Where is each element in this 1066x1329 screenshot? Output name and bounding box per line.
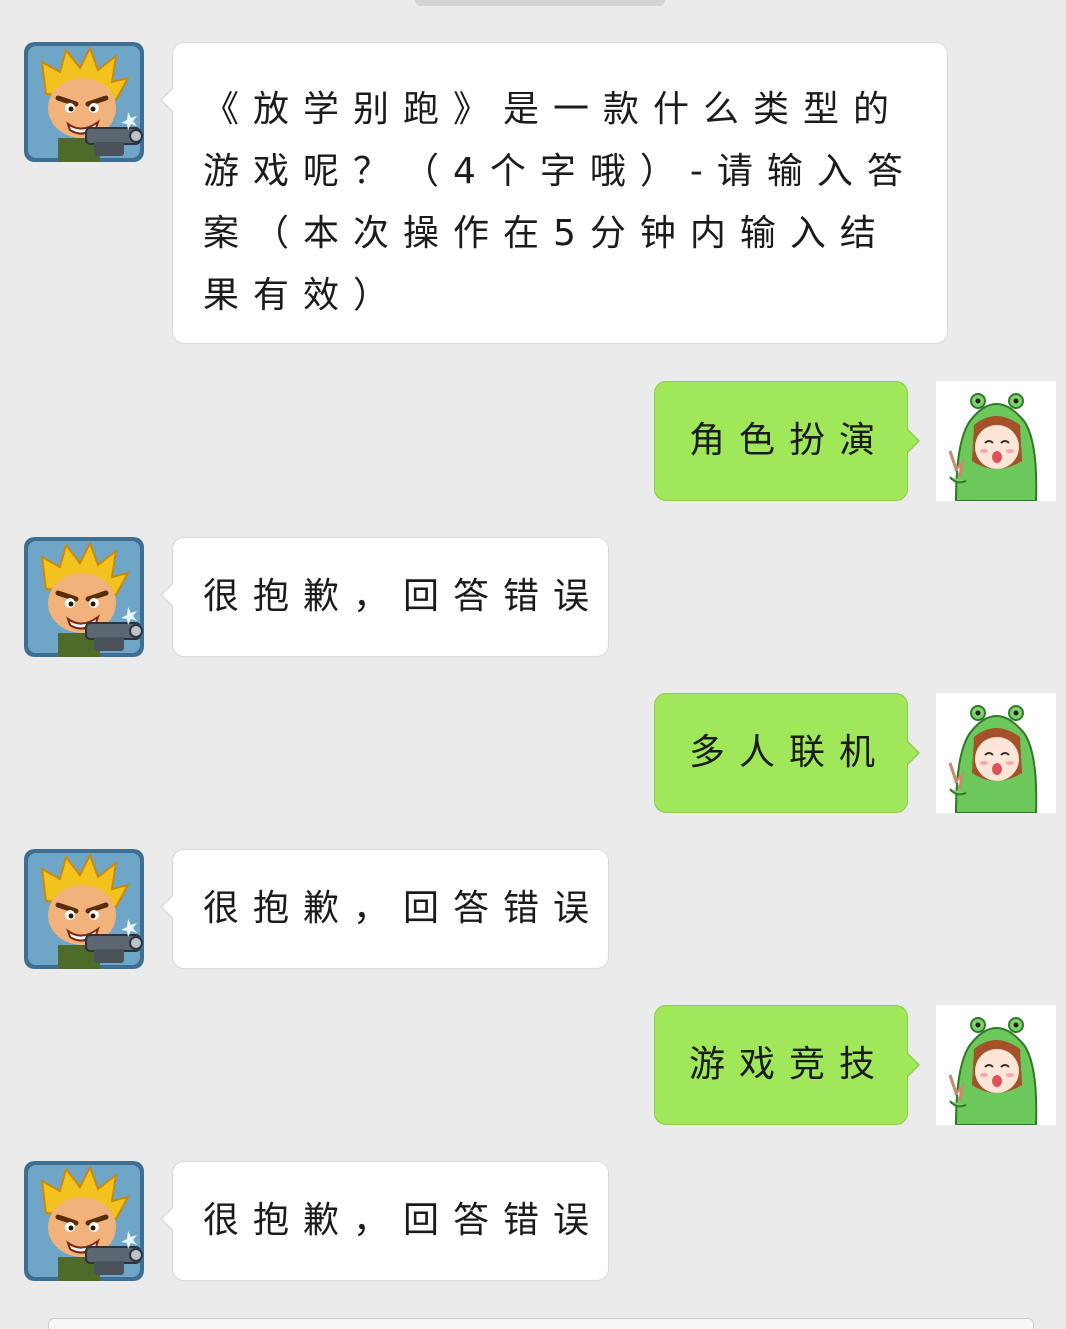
message-input-bar[interactable] (48, 1318, 1034, 1329)
bot-avatar[interactable] (24, 849, 144, 969)
green-hood-girl-icon (936, 1005, 1056, 1125)
outgoing-message-bubble[interactable]: 游戏竞技 (653, 1005, 921, 1125)
user-avatar[interactable] (936, 1005, 1056, 1125)
chat-screen: 《放学别跑》是一款什么类型的游戏呢？（4个字哦）-请输入答案（本次操作在5分钟内… (0, 0, 1066, 1329)
green-hood-girl-icon (936, 693, 1056, 813)
incoming-message-bubble[interactable]: 很抱歉，回答错误 (160, 1161, 609, 1281)
game-character-icon (24, 537, 144, 657)
outgoing-message-bubble[interactable]: 多人联机 (653, 693, 921, 813)
incoming-message-bubble[interactable]: 很抱歉，回答错误 (160, 537, 609, 657)
game-character-icon (24, 42, 144, 162)
bot-avatar[interactable] (24, 42, 144, 162)
user-avatar[interactable] (936, 693, 1056, 813)
game-character-icon (24, 849, 144, 969)
incoming-message-bubble[interactable]: 《放学别跑》是一款什么类型的游戏呢？（4个字哦）-请输入答案（本次操作在5分钟内… (160, 42, 948, 344)
pull-handle[interactable] (415, 0, 665, 6)
game-character-icon (24, 1161, 144, 1281)
user-avatar[interactable] (936, 381, 1056, 501)
green-hood-girl-icon (936, 381, 1056, 501)
bot-avatar[interactable] (24, 1161, 144, 1281)
incoming-message-bubble[interactable]: 很抱歉，回答错误 (160, 849, 609, 969)
outgoing-message-bubble[interactable]: 角色扮演 (653, 381, 921, 501)
bot-avatar[interactable] (24, 537, 144, 657)
